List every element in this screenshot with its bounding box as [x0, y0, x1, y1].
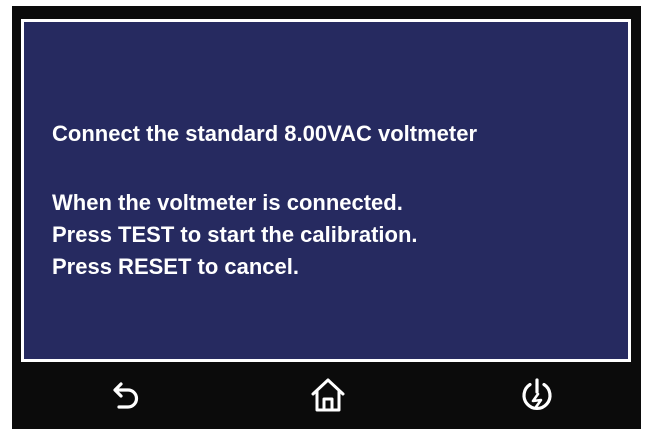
instrument-display: Connect the standard 8.00VAC voltmeter W… [12, 6, 641, 429]
test-instruction: Press TEST to start the calibration. [52, 222, 418, 247]
connect-instruction: Connect the standard 8.00VAC voltmeter [52, 121, 478, 146]
home-button[interactable] [306, 373, 350, 417]
calibration-message: Connect the standard 8.00VAC voltmeter W… [52, 118, 612, 283]
power-button[interactable] [515, 373, 559, 417]
back-arrow-icon [113, 382, 139, 409]
home-icon [311, 378, 345, 412]
reset-instruction: Press RESET to cancel. [52, 254, 299, 279]
power-icon [522, 378, 552, 410]
message-spacer [52, 150, 612, 187]
back-button[interactable] [106, 373, 150, 417]
bottom-nav-bar [12, 363, 641, 429]
calibration-screen: Connect the standard 8.00VAC voltmeter W… [21, 19, 631, 362]
connected-instruction: When the voltmeter is connected. [52, 190, 403, 215]
